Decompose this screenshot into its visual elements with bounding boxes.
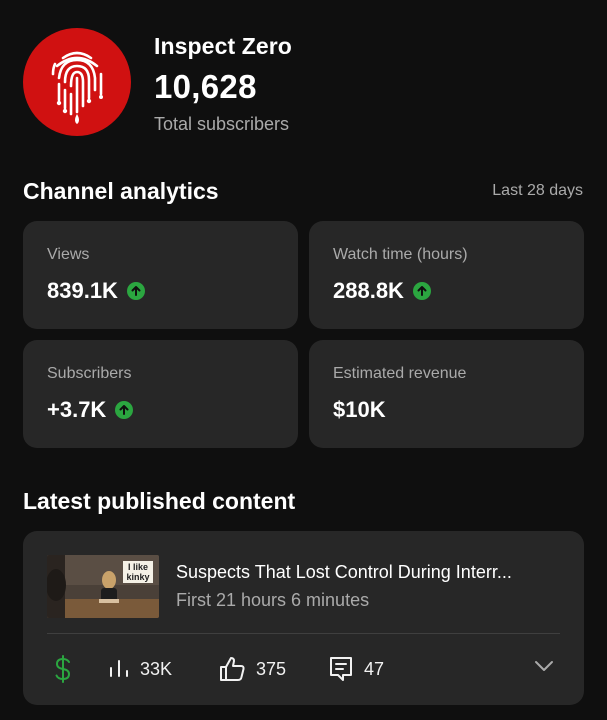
dollar-icon — [55, 655, 71, 683]
revenue-value-row: $10K — [333, 397, 386, 423]
views-stat[interactable]: 33K — [108, 649, 172, 689]
views-value: 839.1K — [47, 278, 118, 303]
revenue-card[interactable]: Estimated revenue $10K — [309, 340, 584, 448]
views-label: Views — [47, 246, 90, 263]
likes-count: 375 — [256, 658, 287, 679]
channel-dashboard: Inspect Zero 10,628 Total subscribers Ch… — [0, 0, 607, 720]
subscribers-card[interactable]: Subscribers +3.7K — [23, 340, 298, 448]
comments-stat[interactable]: 47 — [328, 649, 384, 689]
comment-icon — [330, 657, 352, 681]
subscribers-value-row: +3.7K — [47, 397, 134, 423]
watch-time-value: 288.8K — [333, 278, 404, 303]
subscribers-value: +3.7K — [47, 397, 107, 422]
comments-count: 47 — [364, 658, 385, 679]
video-stats-row: 33K 375 47 — [23, 649, 584, 689]
subscribers-label: Subscribers — [47, 365, 132, 382]
subscriber-label: Total subscribers — [154, 114, 290, 134]
watch-time-card[interactable]: Watch time (hours) 288.8K — [309, 221, 584, 329]
video-title[interactable]: Suspects That Lost Control During Interr… — [176, 562, 571, 583]
analytics-title: Channel analytics — [23, 178, 219, 204]
thumbnail-caption: I like kinky — [123, 561, 153, 583]
video-meta: First 21 hours 6 minutes — [176, 590, 370, 610]
revenue-label: Estimated revenue — [333, 365, 467, 382]
bar-chart-icon — [110, 660, 128, 677]
trend-up-icon — [126, 282, 145, 300]
channel-avatar[interactable] — [23, 28, 131, 136]
views-count: 33K — [140, 658, 173, 679]
thumbs-up-icon — [220, 657, 245, 681]
revenue-stat[interactable] — [53, 649, 83, 689]
views-value-row: 839.1K — [47, 278, 145, 304]
channel-name: Inspect Zero — [154, 33, 292, 59]
period-label: Last 28 days — [492, 182, 583, 199]
divider — [47, 633, 560, 634]
views-card[interactable]: Views 839.1K — [23, 221, 298, 329]
channel-header[interactable]: Inspect Zero 10,628 Total subscribers — [23, 28, 583, 138]
subscriber-count: 10,628 — [154, 68, 257, 105]
trend-up-icon — [115, 401, 134, 419]
revenue-value: $10K — [333, 397, 386, 422]
video-thumbnail[interactable]: I like kinky — [47, 555, 159, 618]
likes-stat[interactable]: 375 — [218, 649, 286, 689]
latest-video-card[interactable]: I like kinky Suspects That Lost Control … — [23, 531, 584, 705]
chevron-down-icon[interactable] — [534, 659, 554, 678]
watch-time-value-row: 288.8K — [333, 278, 431, 304]
trend-up-icon — [412, 282, 431, 300]
fingerprint-icon — [51, 51, 103, 124]
latest-content-title: Latest published content — [23, 488, 296, 514]
watch-time-label: Watch time (hours) — [333, 246, 468, 263]
